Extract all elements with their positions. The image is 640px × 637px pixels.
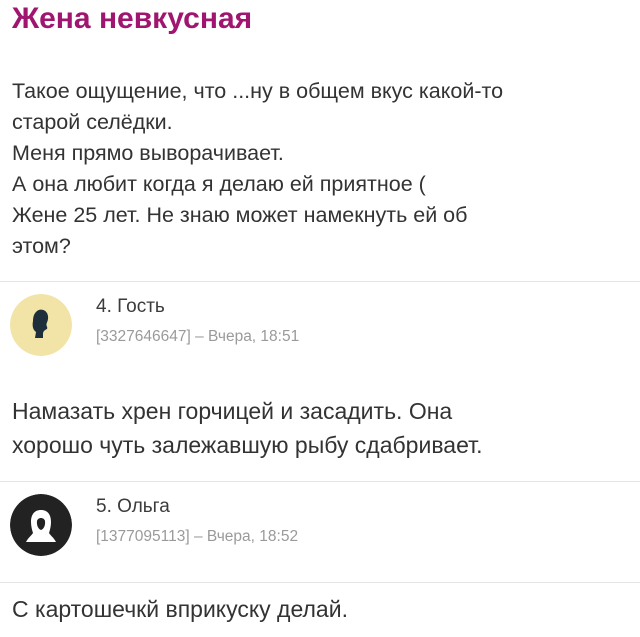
comment-text: С картошечкй вприкуску делай. <box>12 592 636 626</box>
author-name[interactable]: 4. Гость <box>96 296 165 318</box>
guest-avatar-icon <box>10 294 72 356</box>
post-line: Меня прямо выворачивает. <box>12 141 284 165</box>
post-line: А она любит когда я делаю ей приятное ( <box>12 172 426 196</box>
post-title: Жена невкусная <box>12 2 253 35</box>
author-meta: [3327646647] – Вчера, 18:51 <box>96 328 300 345</box>
divider <box>0 582 640 583</box>
avatar[interactable] <box>10 494 72 556</box>
post-line: Такое ощущение, что ...ну в общем вкус к… <box>12 79 504 103</box>
comment-text: Намазать хрен горчицей и засадить. Она х… <box>12 394 636 462</box>
author-name[interactable]: 5. Ольга <box>96 496 170 518</box>
comment-line: С картошечкй вприкуску делай. <box>12 596 348 622</box>
comment-line: хорошо чуть залежавшую рыбу сдабривает. <box>12 432 483 458</box>
female-user-avatar-icon <box>10 494 72 556</box>
post-line: Жене 25 лет. Не знаю может намекнуть ей … <box>12 203 468 227</box>
comment-header: 4. Гость [3327646647] – Вчера, 18:51 <box>0 282 640 372</box>
post-line: этом? <box>12 234 71 258</box>
post-body: Такое ощущение, что ...ну в общем вкус к… <box>12 76 636 262</box>
avatar[interactable] <box>10 294 72 356</box>
comment-line: Намазать хрен горчицей и засадить. Она <box>12 398 453 424</box>
post-line: старой селёдки. <box>12 110 173 134</box>
comment-header: 5. Ольга [1377095113] – Вчера, 18:52 <box>0 482 640 572</box>
author-meta: [1377095113] – Вчера, 18:52 <box>96 528 299 545</box>
